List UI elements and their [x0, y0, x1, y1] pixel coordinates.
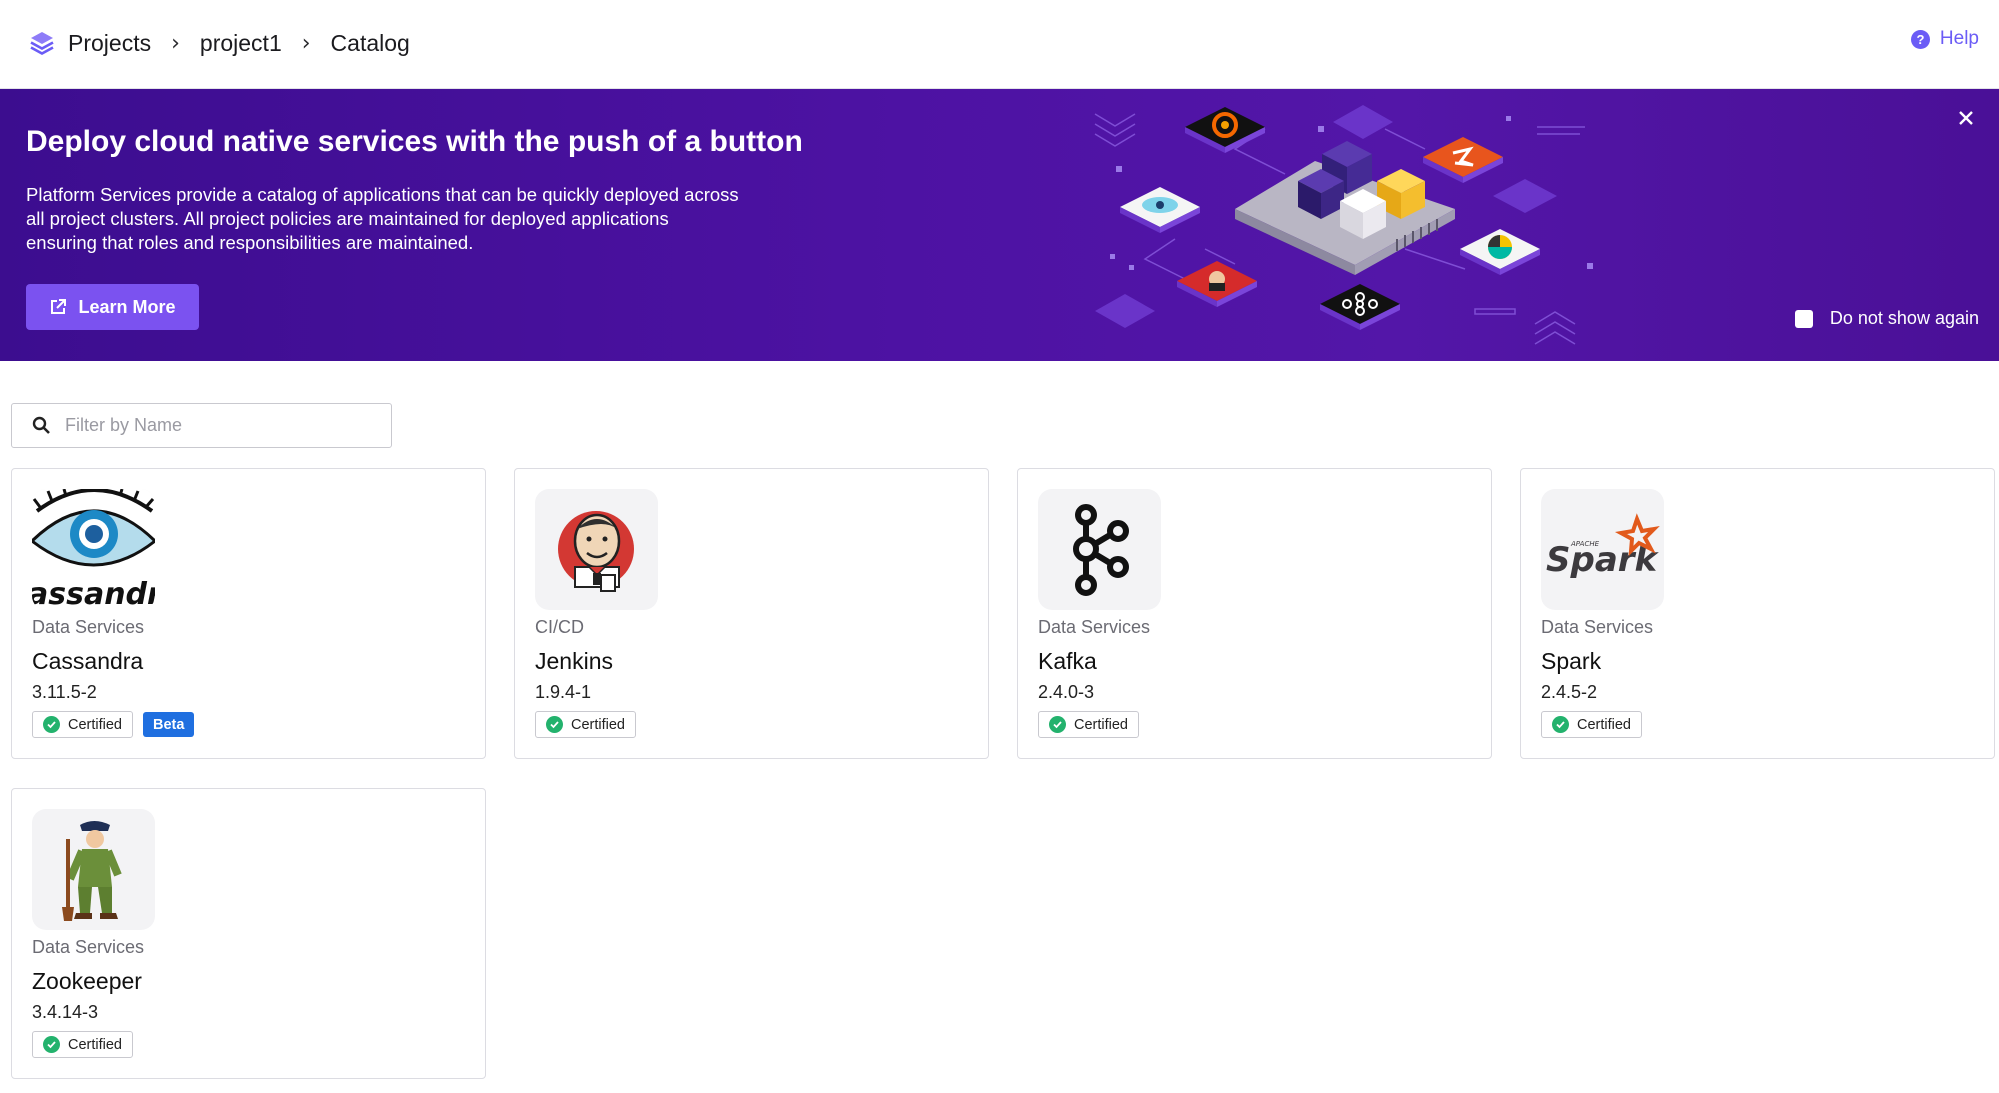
catalog-card-spark[interactable]: APACHE Spark Data Services Spark 2.4.5-2…: [1520, 468, 1995, 759]
certified-label: Certified: [1577, 716, 1631, 733]
svg-text:assandr: assandr: [32, 577, 155, 610]
chevron-right-icon: ›: [171, 30, 180, 56]
banner-close-button[interactable]: [1953, 105, 1979, 131]
banner-description: Platform Services provide a catalog of a…: [26, 183, 786, 255]
promo-banner: Deploy cloud native services with the pu…: [0, 89, 1999, 361]
breadcrumb-catalog: Catalog: [330, 29, 410, 56]
card-badges: Certified Beta: [32, 711, 195, 738]
catalog-card-jenkins[interactable]: CI/CD Jenkins 1.9.4-1 Certified: [514, 468, 989, 759]
filter-by-name-input[interactable]: [65, 415, 365, 436]
filter-box[interactable]: [11, 403, 392, 448]
check-circle-icon: [43, 716, 60, 733]
card-title: Cassandra: [32, 648, 144, 674]
card-badges: Certified: [32, 1031, 133, 1058]
certified-label: Certified: [68, 716, 122, 733]
certified-label: Certified: [1074, 716, 1128, 733]
help-link[interactable]: ? Help: [1910, 28, 1979, 50]
kafka-logo-icon: [1038, 489, 1161, 610]
learn-more-button[interactable]: Learn More: [26, 284, 199, 330]
certified-badge: Certified: [32, 711, 133, 738]
platform-services-illustration: [1094, 105, 1593, 345]
top-bar: Projects › project1 › Catalog ? Help: [0, 0, 1999, 89]
check-circle-icon: [1049, 716, 1066, 733]
card-title: Zookeeper: [32, 968, 142, 994]
card-category: Data Services: [1541, 617, 1654, 637]
card-version: 2.4.5-2: [1541, 682, 1598, 702]
card-version: 3.11.5-2: [32, 682, 97, 702]
do-not-show-checkbox[interactable]: [1794, 309, 1813, 328]
card-title: Jenkins: [535, 648, 613, 674]
catalog-card-cassandra[interactable]: assandr Data Services Cassandra 3.11.5-2…: [11, 468, 486, 759]
close-icon: [1959, 111, 1973, 125]
card-title: Kafka: [1038, 648, 1097, 674]
card-category: CI/CD: [535, 617, 584, 637]
card-title: Spark: [1541, 648, 1602, 674]
check-circle-icon: [1552, 716, 1569, 733]
card-badges: Certified: [1541, 711, 1642, 738]
catalog-card-zookeeper[interactable]: Data Services Zookeeper 3.4.14-3 Certifi…: [11, 788, 486, 1079]
certified-badge: Certified: [32, 1031, 133, 1058]
jenkins-logo-icon: [535, 489, 658, 610]
card-badges: Certified: [535, 711, 636, 738]
cassandra-logo-icon: assandr: [32, 489, 155, 610]
certified-label: Certified: [68, 1036, 122, 1053]
beta-badge: Beta: [143, 712, 195, 737]
card-category: Data Services: [1038, 617, 1151, 637]
catalog-card-kafka[interactable]: Data Services Kafka 2.4.0-3 Certified: [1017, 468, 1492, 759]
card-badges: Certified: [1038, 711, 1139, 738]
certified-badge: Certified: [1038, 711, 1139, 738]
banner-text-line: Platform Services provide a catalog of a…: [26, 184, 739, 205]
do-not-show-again[interactable]: Do not show again: [1794, 308, 1979, 329]
certified-badge: Certified: [1541, 711, 1642, 738]
card-category: Data Services: [32, 937, 145, 957]
zookeeper-logo-icon: [32, 809, 155, 930]
external-link-icon: [51, 299, 67, 314]
breadcrumb-project[interactable]: project1: [200, 30, 282, 57]
layers-logo-icon[interactable]: [28, 29, 56, 57]
help-icon: ?: [1910, 29, 1930, 49]
breadcrumb: Projects › project1 › Catalog: [28, 25, 410, 61]
check-circle-icon: [43, 1036, 60, 1053]
check-circle-icon: [546, 716, 563, 733]
certified-label: Certified: [571, 716, 625, 733]
card-version: 1.9.4-1: [535, 682, 592, 702]
card-version: 2.4.0-3: [1038, 682, 1095, 702]
banner-title: Deploy cloud native services with the pu…: [26, 125, 803, 158]
banner-text-line: all project clusters. All project polici…: [26, 208, 669, 229]
certified-badge: Certified: [535, 711, 636, 738]
card-version: 3.4.14-3: [32, 1002, 99, 1022]
card-category: Data Services: [32, 617, 145, 637]
do-not-show-label: Do not show again: [1829, 308, 1979, 328]
breadcrumb-projects[interactable]: Projects: [68, 30, 151, 57]
help-label: Help: [1939, 28, 1979, 49]
spark-logo-icon: APACHE Spark: [1541, 489, 1664, 610]
chevron-right-icon: ›: [301, 30, 311, 56]
learn-more-label: Learn More: [78, 296, 176, 317]
search-icon: [32, 416, 50, 434]
banner-text-line: ensuring that roles and responsibilities…: [26, 232, 474, 253]
